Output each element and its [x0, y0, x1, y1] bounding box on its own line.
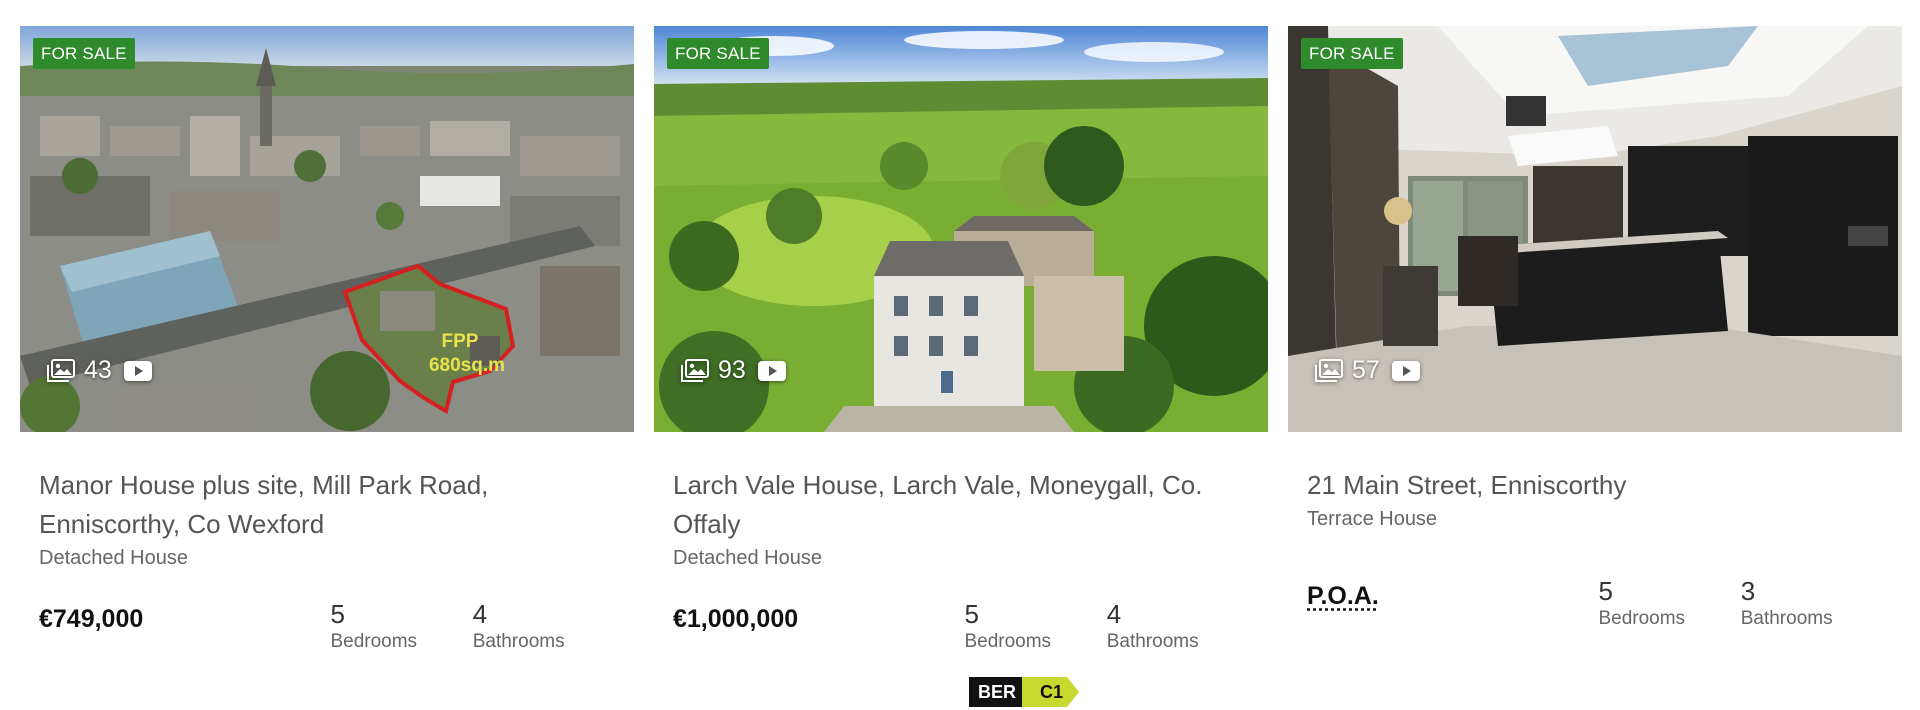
property-type: Detached House: [39, 547, 188, 569]
listing-title: Manor House plus site, Mill Park Road, E…: [39, 466, 615, 544]
photo-count: 43: [84, 356, 112, 384]
listing-facts: €749,000 5 Bedrooms 4 Bathrooms: [39, 599, 615, 653]
listing-details: Larch Vale House, Larch Vale, Moneygall,…: [654, 466, 1268, 707]
bathrooms-count: 4: [472, 599, 488, 629]
price: €1,000,000: [673, 605, 799, 633]
media-info[interactable]: 57: [1314, 356, 1420, 385]
bedrooms-count: 5: [1598, 576, 1613, 606]
bathrooms-label: Bathrooms: [1106, 631, 1199, 652]
property-type: Terrace House: [1307, 508, 1438, 530]
listing-card[interactable]: FPP 680sq.m FOR SALE 43 Manor House plus…: [20, 26, 634, 706]
bathrooms-stat: 3 Bathrooms: [1741, 576, 1883, 630]
bathrooms-count: 3: [1740, 576, 1756, 606]
listing-details: Manor House plus site, Mill Park Road, E…: [20, 466, 634, 653]
price[interactable]: P.O.A.: [1307, 576, 1598, 611]
bedrooms-stat: 5 Bedrooms: [964, 599, 1106, 653]
listing-title: 21 Main Street, Enniscorthy: [1307, 466, 1883, 505]
listing-details: 21 Main Street, Enniscorthy Terrace Hous…: [1288, 466, 1902, 630]
for-sale-badge: FOR SALE: [1301, 38, 1403, 69]
bathrooms-label: Bathrooms: [1740, 608, 1833, 629]
listing-photo[interactable]: FPP 680sq.m FOR SALE 43: [20, 26, 634, 432]
ber-label: BER: [969, 677, 1035, 707]
listing-title-link[interactable]: Larch Vale House, Larch Vale, Moneygall,…: [673, 470, 1202, 539]
video-play-icon[interactable]: [123, 360, 152, 381]
listing-facts: €1,000,000 5 Bedrooms 4 Bathrooms BER C1: [673, 599, 1249, 707]
listing-card[interactable]: FOR SALE 93 Larch Vale House, Larch Vale…: [654, 26, 1268, 707]
bedrooms-label: Bedrooms: [1598, 608, 1686, 629]
gallery-icon: [681, 358, 709, 382]
listing-photo[interactable]: FOR SALE 93: [654, 26, 1268, 432]
listing-card[interactable]: FOR SALE 57 21 Main Street, Enniscorthy …: [1288, 26, 1902, 706]
for-sale-badge: FOR SALE: [33, 38, 135, 69]
fpp-label: FPP: [442, 331, 479, 352]
bedrooms-label: Bedrooms: [964, 631, 1052, 652]
video-play-icon[interactable]: [1391, 360, 1420, 381]
listing-title-link[interactable]: Manor House plus site, Mill Park Road, E…: [39, 470, 488, 539]
gallery-icon: [47, 358, 75, 382]
area-label: 680sq.m: [429, 355, 505, 376]
gallery-icon: [1315, 358, 1343, 382]
for-sale-badge: FOR SALE: [667, 38, 769, 69]
bedrooms-count: 5: [330, 599, 345, 629]
photo-count: 57: [1352, 356, 1380, 384]
bedrooms-label: Bedrooms: [330, 631, 418, 652]
bedrooms-stat: 5 Bedrooms: [1598, 576, 1740, 630]
listing-facts: P.O.A. 5 Bedrooms 3 Bathrooms: [1307, 576, 1883, 630]
property-type: Detached House: [673, 547, 822, 569]
video-play-icon[interactable]: [757, 360, 786, 381]
listing-photo[interactable]: FOR SALE 57: [1288, 26, 1902, 432]
listing-grid: FPP 680sq.m FOR SALE 43 Manor House plus…: [20, 26, 1902, 707]
listing-title: Larch Vale House, Larch Vale, Moneygall,…: [673, 466, 1249, 544]
bedrooms-count: 5: [964, 599, 979, 629]
bathrooms-count: 4: [1106, 599, 1122, 629]
listing-title-link[interactable]: 21 Main Street, Enniscorthy: [1307, 470, 1626, 500]
photo-count: 93: [718, 356, 746, 384]
bathrooms-stat: 4 Bathrooms: [473, 599, 615, 653]
price: €749,000: [39, 605, 144, 633]
bedrooms-stat: 5 Bedrooms: [330, 599, 472, 653]
bathrooms-stat: 4 Bathrooms: [1107, 599, 1249, 653]
ber-rating-badge: BER C1: [969, 677, 1080, 707]
media-info[interactable]: 93: [680, 356, 786, 385]
ber-rating: C1: [1022, 677, 1080, 707]
media-info[interactable]: 43: [46, 356, 152, 385]
bathrooms-label: Bathrooms: [472, 631, 565, 652]
